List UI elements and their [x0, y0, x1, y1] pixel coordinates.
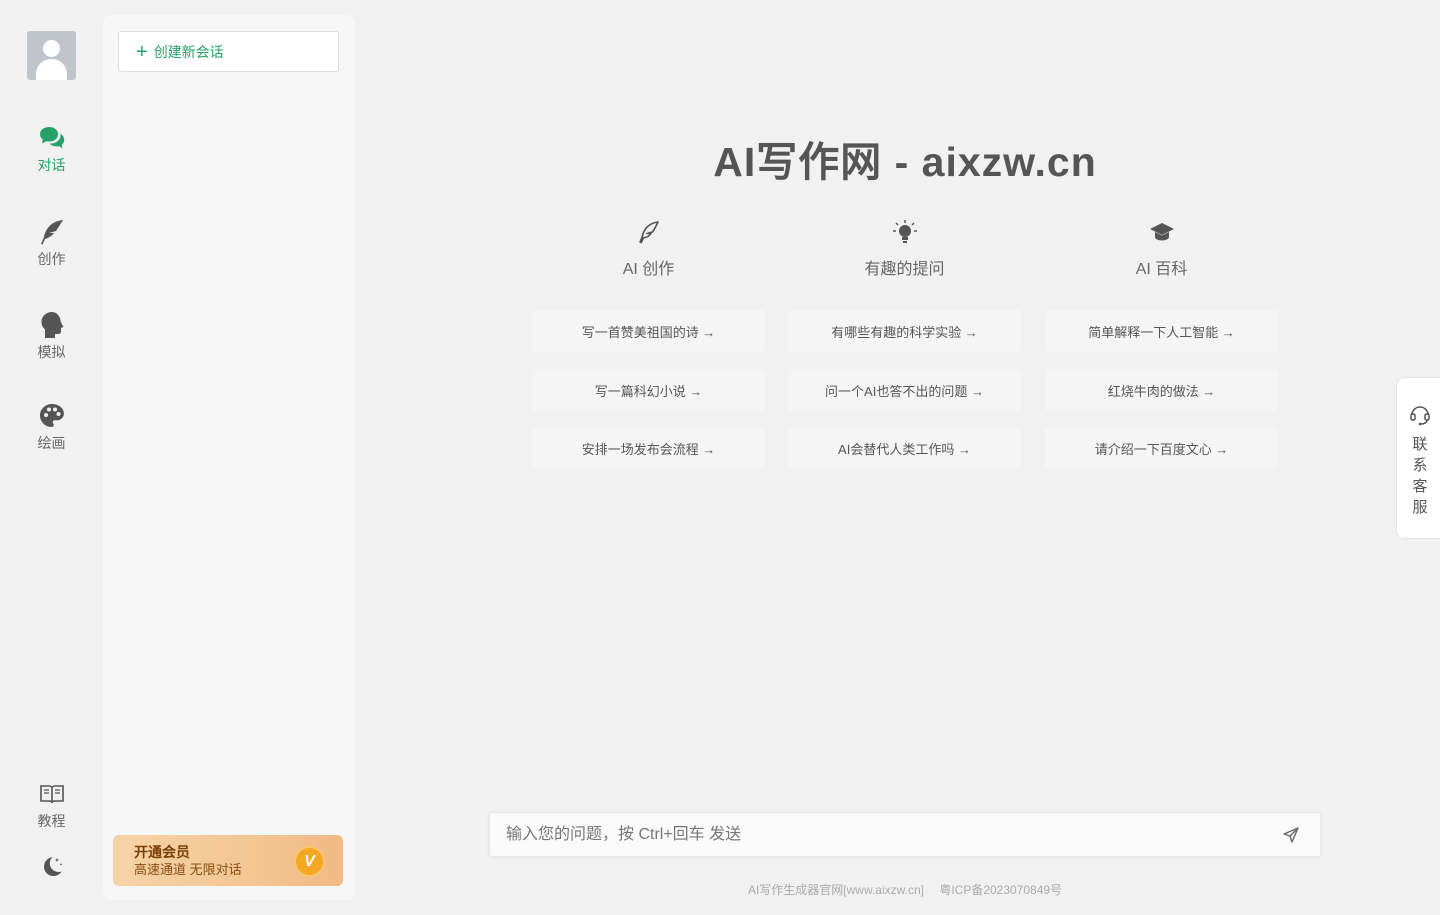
column-header-questions: 有趣的提问 [788, 218, 1021, 279]
palette-icon [38, 402, 66, 430]
nav-item-create[interactable]: 创作 [0, 218, 103, 280]
session-panel: + 创建新会话 开通会员 高速通道 无限对话 V [103, 15, 355, 900]
footer: AI写作生成器官网[www.aixzw.cn] 粤ICP备2023070849号 [355, 881, 1440, 898]
nav-item-simulate[interactable]: 模拟 [0, 311, 103, 373]
chat-input[interactable] [490, 813, 1270, 856]
column-label: 有趣的提问 [864, 261, 945, 278]
prompt-card[interactable]: 写一首赞美祖国的诗 → [532, 310, 765, 352]
prompt-card[interactable]: 安排一场发布会流程 → [532, 427, 765, 469]
prompt-card[interactable]: 红烧牛肉的做法 → [1045, 369, 1278, 411]
graduation-cap-icon [1045, 218, 1278, 246]
head-profile-icon [38, 311, 66, 339]
vip-banner[interactable]: 开通会员 高速通道 无限对话 V [113, 835, 343, 886]
prompt-card[interactable]: 写一篇科幻小说 → [532, 369, 765, 411]
column-header-encyclopedia: AI 百科 [1045, 218, 1278, 279]
contact-support-button[interactable]: 联系客服 [1396, 377, 1440, 539]
new-chat-button[interactable]: + 创建新会话 [118, 31, 339, 72]
nav-label: 绘画 [37, 435, 66, 451]
new-chat-label: 创建新会话 [153, 43, 224, 60]
feather-icon [38, 218, 66, 246]
book-icon [38, 780, 66, 808]
column-header-creation: AI 创作 [532, 218, 765, 279]
icon-rail: 对话 创作 模拟 绘画 教程 [0, 0, 103, 915]
nav-label: 模拟 [37, 344, 66, 360]
moon-icon [38, 852, 66, 880]
nav-label: 创作 [37, 251, 66, 267]
chat-bubbles-icon [38, 124, 66, 152]
nav-item-chat[interactable]: 对话 [0, 124, 103, 186]
lightbulb-icon [788, 218, 1021, 246]
prompt-card[interactable]: 问一个AI也答不出的问题 → [788, 369, 1021, 411]
plus-icon: + [136, 40, 148, 63]
nav-label: 对话 [37, 157, 66, 173]
column-label: AI 百科 [1135, 261, 1188, 278]
avatar[interactable] [27, 31, 76, 80]
prompt-card[interactable]: 请介绍一下百度文心 → [1045, 427, 1278, 469]
contact-label: 联系客服 [1412, 436, 1428, 516]
quill-icon [532, 218, 765, 246]
app-root: 对话 创作 模拟 绘画 教程 + 创建新会话 开通会员 高速通道 无限对话 V … [0, 0, 1440, 915]
prompt-card[interactable]: 有哪些有趣的科学实验 → [788, 310, 1021, 352]
footer-site-link[interactable]: AI写作生成器官网[www.aixzw.cn] [748, 883, 924, 897]
prompt-card[interactable]: 简单解释一下人工智能 → [1045, 310, 1278, 352]
footer-icp-link[interactable]: 粤ICP备2023070849号 [939, 883, 1062, 897]
nav-label: 教程 [37, 813, 66, 829]
headset-icon [1409, 404, 1431, 431]
page-title: AI写作网 - aixzw.cn [713, 139, 1097, 185]
vip-badge-icon: V [294, 846, 325, 877]
send-icon[interactable] [1282, 826, 1300, 844]
nav-item-draw[interactable]: 绘画 [0, 402, 103, 464]
nav-item-tutorial[interactable]: 教程 [0, 780, 103, 842]
prompt-card[interactable]: AI会替代人类工作吗 → [788, 427, 1021, 469]
column-label: AI 创作 [622, 261, 675, 278]
theme-toggle[interactable] [0, 852, 103, 914]
chat-input-box [489, 812, 1321, 857]
